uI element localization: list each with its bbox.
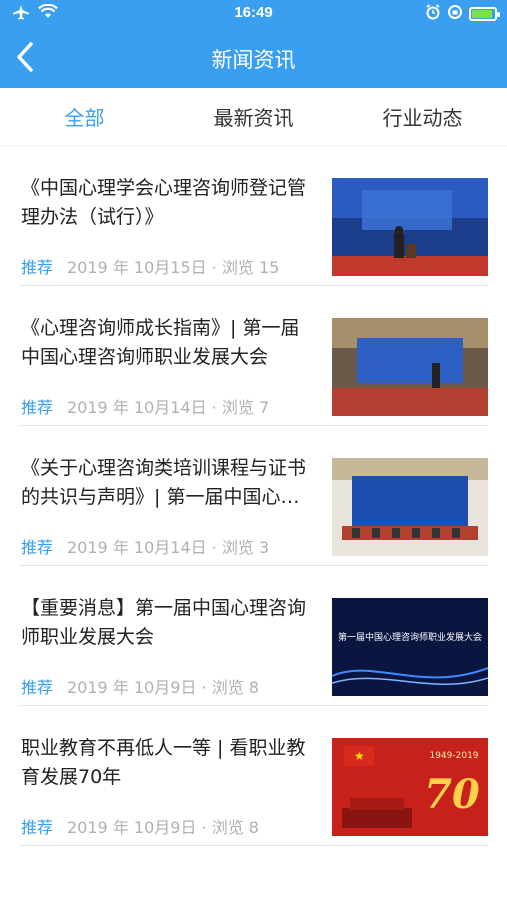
tab-latest-news[interactable]: 最新资讯 [169,88,338,145]
recommend-badge: 推荐 [21,818,54,837]
alarm-icon [425,4,441,24]
article-thumbnail [332,178,488,276]
recommend-badge: 推荐 [21,678,54,697]
svg-text:★: ★ [354,749,365,763]
svg-text:70: 70 [424,771,480,818]
list-item[interactable]: 《心理咨询师成长指南》| 第一届中国心理咨询师职业发展大会 推荐 2019 年 … [19,286,488,426]
recommend-badge: 推荐 [21,538,54,557]
article-title: 《中国心理学会心理咨询师登记管理办法（试行）》 [21,177,307,228]
list-item[interactable]: 《中国心理学会心理咨询师登记管理办法（试行）》 推荐 2019 年 10月15日… [19,146,488,286]
tab-all[interactable]: 全部 [0,88,169,145]
status-bar: 16:49 [0,0,507,28]
article-title: 《关于心理咨询类培训课程与证书的共识与声明》| 第一届中国心理咨询师职业发展大会 [21,457,307,508]
nav-header: 16:49 新闻资讯 [0,0,507,88]
article-thumbnail: ★ 1949-2019 70 [332,738,488,836]
battery-icon [469,7,500,21]
article-date-views: 2019 年 10月15日 · 浏览 15 [67,258,280,277]
recommend-badge: 推荐 [21,398,54,417]
article-list: 《中国心理学会心理咨询师登记管理办法（试行）》 推荐 2019 年 10月15日… [0,146,507,846]
article-date-views: 2019 年 10月9日 · 浏览 8 [67,678,259,697]
article-title: 职业教育不再低人一等 | 看职业教育发展70年 [21,737,306,788]
rotation-lock-icon [447,4,463,24]
list-item[interactable]: 职业教育不再低人一等 | 看职业教育发展70年 推荐 2019 年 10月9日 … [19,706,488,846]
svg-text:第一届中国心理咨询师职业发展大会: 第一届中国心理咨询师职业发展大会 [338,631,482,643]
article-thumbnail [332,458,488,556]
article-date-views: 2019 年 10月14日 · 浏览 7 [67,398,270,417]
article-date-views: 2019 年 10月9日 · 浏览 8 [67,818,259,837]
article-thumbnail: 第一届中国心理咨询师职业发展大会 [332,598,488,696]
tab-bar: 全部 最新资讯 行业动态 [0,88,507,146]
list-item[interactable]: 【重要消息】第一届中国心理咨询师职业发展大会 推荐 2019 年 10月9日 ·… [19,566,488,706]
article-title: 《心理咨询师成长指南》| 第一届中国心理咨询师职业发展大会 [21,317,300,368]
tab-industry-news[interactable]: 行业动态 [338,88,507,145]
article-meta: 推荐 2019 年 10月9日 · 浏览 8 [21,674,259,698]
page-title: 新闻资讯 [211,48,296,72]
svg-text:1949-2019: 1949-2019 [429,751,478,761]
article-date-views: 2019 年 10月14日 · 浏览 3 [67,538,270,557]
article-thumbnail [332,318,488,416]
article-meta: 推荐 2019 年 10月14日 · 浏览 7 [21,394,269,418]
article-meta: 推荐 2019 年 10月14日 · 浏览 3 [21,534,269,558]
list-item[interactable]: 《关于心理咨询类培训课程与证书的共识与声明》| 第一届中国心理咨询师职业发展大会… [19,426,488,566]
recommend-badge: 推荐 [21,258,54,277]
article-title: 【重要消息】第一届中国心理咨询师职业发展大会 [21,597,307,648]
article-meta: 推荐 2019 年 10月15日 · 浏览 15 [21,254,279,278]
article-meta: 推荐 2019 年 10月9日 · 浏览 8 [21,814,259,838]
